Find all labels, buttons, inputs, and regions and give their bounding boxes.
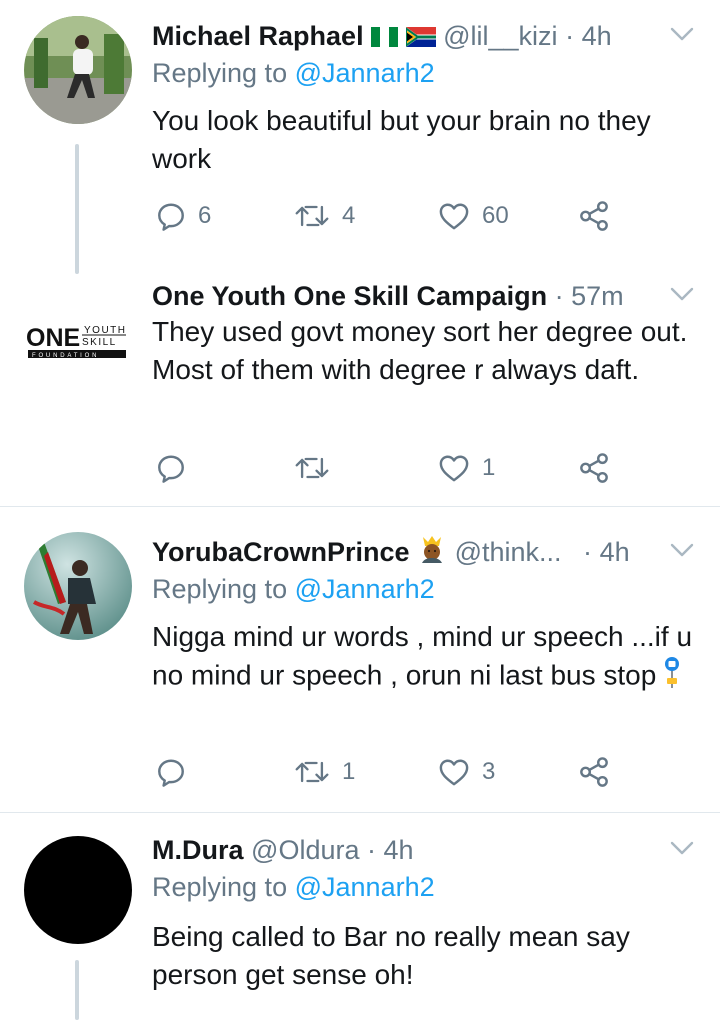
- display-name[interactable]: YorubaCrownPrince: [152, 537, 410, 567]
- share-icon: [578, 757, 610, 787]
- tweet-actions: 6 4 60: [152, 196, 672, 236]
- display-name[interactable]: One Youth One Skill Campaign: [152, 281, 547, 311]
- tweet-actions: 1: [152, 448, 672, 488]
- separator-dot: ·: [565, 21, 575, 51]
- avatar[interactable]: [24, 16, 132, 124]
- replying-to: Replying to @Jannarh2: [152, 58, 435, 89]
- tweet-yoruba-crown-prince[interactable]: YorubaCrownPrince @think... · 4h Replyin…: [0, 532, 720, 812]
- tweet-michael-raphael[interactable]: Michael Raphael @lil__kizi · 4h Replying…: [0, 16, 720, 278]
- reply-icon: [156, 757, 186, 787]
- tweet-text: Being called to Bar no really mean say p…: [152, 921, 630, 990]
- logo-big-text: ONE: [26, 324, 80, 352]
- retweet-count: 4: [342, 202, 356, 229]
- thread-line: [75, 144, 79, 274]
- replying-to-label: Replying to: [152, 574, 288, 604]
- retweet-icon: [294, 453, 330, 483]
- divider: [0, 812, 720, 813]
- display-name[interactable]: Michael Raphael: [152, 21, 364, 51]
- timestamp[interactable]: 57m: [571, 281, 624, 311]
- tweet-header: Michael Raphael @lil__kizi · 4h: [152, 16, 612, 56]
- display-name[interactable]: M.Dura: [152, 835, 244, 865]
- like-icon: [438, 757, 470, 787]
- nigeria-flag-icon: [371, 18, 399, 58]
- user-handle[interactable]: @lil__kizi: [443, 21, 557, 51]
- tweet-text-content: Nigga mind ur words , mind ur speech ...…: [152, 621, 693, 691]
- tweet-header: One Youth One Skill Campaign · 57m: [152, 276, 624, 316]
- logo-bottom-text: FOUNDATION: [32, 353, 99, 359]
- tweet-actions: 1 3: [152, 752, 672, 792]
- replying-to-label: Replying to: [152, 872, 288, 902]
- tweet-one-youth-one-skill[interactable]: ONE YOUTH SKILL FOUNDATION One Youth One…: [0, 276, 720, 506]
- tweet-text: Nigga mind ur words , mind ur speech ...…: [152, 618, 697, 698]
- logo-top-text: YOUTH: [84, 325, 127, 336]
- replying-to-label: Replying to: [152, 58, 288, 88]
- retweet-button[interactable]: 1: [294, 752, 355, 792]
- mention-link[interactable]: @Jannarh2: [295, 872, 435, 902]
- like-icon: [438, 453, 470, 483]
- tweet-text: You look beautiful but your brain no the…: [152, 105, 651, 174]
- tweet-header: M.Dura @Oldura · 4h: [152, 830, 414, 870]
- like-button[interactable]: 1: [438, 448, 495, 488]
- separator-dot: ·: [367, 835, 376, 865]
- retweet-icon: [294, 757, 330, 787]
- user-handle[interactable]: @think...: [455, 537, 562, 567]
- retweet-button[interactable]: [294, 448, 342, 488]
- chevron-down-icon[interactable]: [670, 286, 694, 302]
- chevron-down-icon[interactable]: [670, 542, 694, 558]
- like-count: 60: [482, 202, 509, 229]
- chevron-down-icon[interactable]: [670, 26, 694, 42]
- south-africa-flag-icon: [404, 18, 436, 58]
- reply-icon: [156, 201, 186, 231]
- logo-mid-text: SKILL: [82, 337, 117, 348]
- avatar[interactable]: [24, 532, 132, 640]
- chevron-down-icon[interactable]: [670, 840, 694, 856]
- user-handle[interactable]: @Oldura: [251, 835, 359, 865]
- like-count: 3: [482, 758, 496, 785]
- like-button[interactable]: 3: [438, 752, 495, 792]
- retweet-button[interactable]: 4: [294, 196, 355, 236]
- avatar-logo[interactable]: ONE YOUTH SKILL FOUNDATION: [24, 276, 132, 384]
- timestamp[interactable]: 4h: [384, 835, 414, 865]
- timestamp[interactable]: 4h: [600, 537, 630, 567]
- avatar[interactable]: [24, 836, 132, 944]
- mention-link[interactable]: @Jannarh2: [295, 574, 435, 604]
- replying-to: Replying to @Jannarh2: [152, 872, 435, 903]
- prince-emoji: [417, 533, 447, 574]
- share-button[interactable]: [578, 196, 610, 236]
- retweet-icon: [294, 201, 330, 231]
- share-button[interactable]: [578, 448, 610, 488]
- separator-dot: ·: [583, 537, 593, 567]
- like-button[interactable]: 60: [438, 196, 509, 236]
- like-count: 1: [482, 454, 496, 481]
- separator-dot: ·: [554, 281, 564, 311]
- reply-button[interactable]: [156, 752, 198, 792]
- replying-to: Replying to @Jannarh2: [152, 574, 435, 605]
- share-icon: [578, 453, 610, 483]
- thread-line: [75, 960, 79, 1020]
- retweet-count: 1: [342, 758, 356, 785]
- reply-button[interactable]: [156, 448, 198, 488]
- reply-icon: [156, 453, 186, 483]
- tweet-m-dura[interactable]: M.Dura @Oldura · 4h Replying to @Jannarh…: [0, 830, 720, 1020]
- divider: [0, 506, 720, 507]
- reply-count: 6: [198, 202, 212, 229]
- mention-link[interactable]: @Jannarh2: [295, 58, 435, 88]
- timestamp[interactable]: 4h: [582, 21, 612, 51]
- tweet-header: YorubaCrownPrince @think... · 4h: [152, 532, 630, 572]
- tweet-text: They used govt money sort her degree out…: [152, 316, 688, 385]
- share-button[interactable]: [578, 752, 610, 792]
- reply-button[interactable]: 6: [156, 196, 211, 236]
- like-icon: [438, 201, 470, 231]
- bus-stop-emoji: [664, 656, 680, 698]
- share-icon: [578, 201, 610, 231]
